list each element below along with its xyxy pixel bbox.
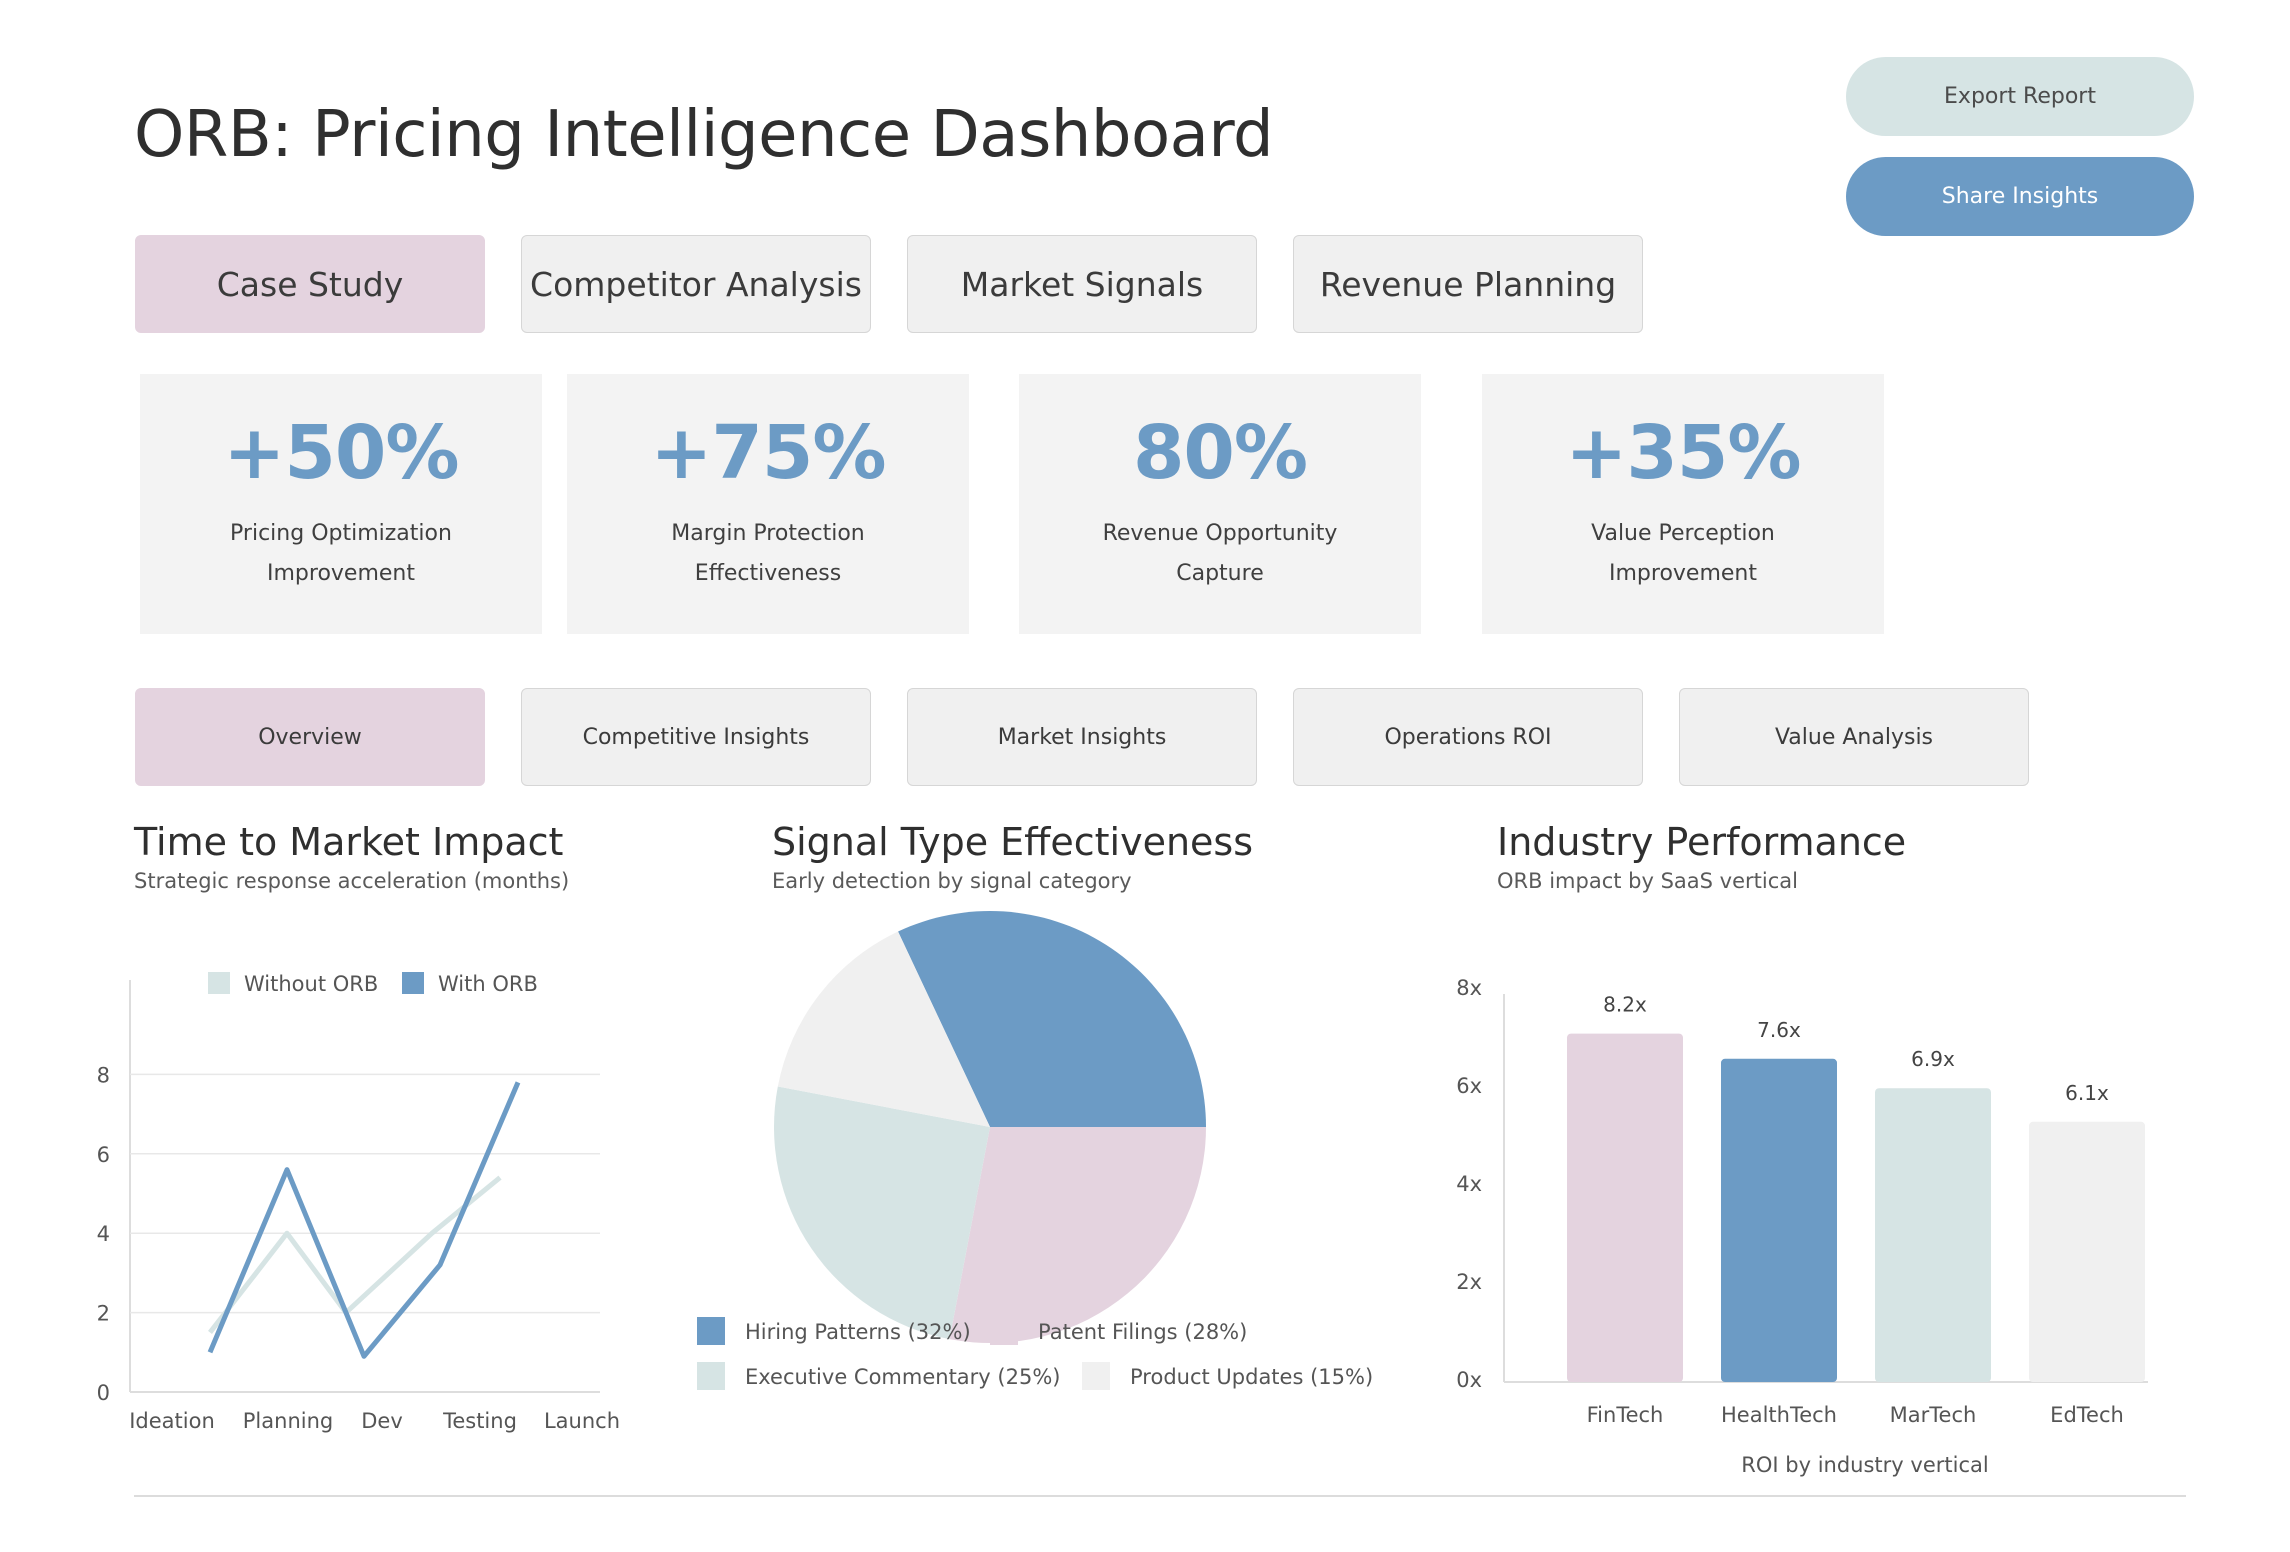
line-chart-title: Time to Market Impact — [134, 820, 564, 864]
legend-label: Product Updates (15%) — [1130, 1365, 1373, 1389]
y-tick-label: 6x — [1456, 1074, 1482, 1098]
legend-label: Without ORB — [244, 972, 378, 996]
share-insights-button[interactable]: Share Insights — [1846, 157, 2194, 236]
series-line-with-orb — [207, 1081, 521, 1359]
legend-swatch — [990, 1317, 1018, 1345]
footer-divider — [134, 1495, 2186, 1497]
legend-swatch — [697, 1362, 725, 1390]
legend-swatch — [1082, 1362, 1110, 1390]
metric-value: +75% — [650, 410, 886, 496]
bar-edtech — [2029, 1121, 2145, 1382]
metric-card-value-perception: +35% Value Perception Improvement — [1482, 374, 1884, 634]
y-tick-label: 8x — [1456, 976, 1482, 1000]
x-tick-label: Dev — [361, 1409, 403, 1433]
subtab-value-analysis[interactable]: Value Analysis — [1679, 688, 2029, 786]
legend-swatch — [402, 972, 424, 994]
bar-value-label: 8.2x — [1603, 993, 1647, 1017]
signal-type-pie-chart: Hiring Patterns (32%) Patent Filings (28%… — [697, 911, 1373, 1390]
y-tick-label: 4x — [1456, 1172, 1482, 1196]
metric-label: Margin Protection Effectiveness — [671, 521, 865, 586]
y-tick-label: 6 — [97, 1143, 110, 1167]
metric-label: Revenue Opportunity Capture — [1102, 521, 1338, 586]
metric-value: 80% — [1132, 410, 1308, 496]
legend-label: Patent Filings (28%) — [1038, 1320, 1247, 1344]
subtab-competitive-insights[interactable]: Competitive Insights — [521, 688, 871, 786]
metric-value: +35% — [1565, 410, 1801, 496]
metric-label: Pricing Optimization Improvement — [230, 521, 452, 586]
x-tick-label: HealthTech — [1721, 1403, 1837, 1427]
metric-card-pricing: +50% Pricing Optimization Improvement — [140, 374, 542, 634]
export-report-button[interactable]: Export Report — [1846, 57, 2194, 136]
bar-chart-title: Industry Performance — [1497, 820, 1907, 864]
pie-chart-title: Signal Type Effectiveness — [772, 820, 1254, 864]
bar-value-label: 7.6x — [1757, 1018, 1801, 1042]
x-tick-label: FinTech — [1587, 1403, 1664, 1427]
industry-performance-bar-chart: 0x 2x 4x 6x 8x 8.2x FinTech 7.6x HealthTech 6.9x M… — [1456, 976, 2148, 1477]
time-to-market-line-chart: 0 2 4 6 8 Ideation Planning Dev Testing Launch Wit… — [97, 972, 620, 1433]
y-tick-label: 4 — [97, 1222, 110, 1246]
x-tick-label: Ideation — [129, 1409, 215, 1433]
line-chart-subtitle: Strategic response acceleration (months) — [134, 869, 570, 893]
legend-label: Hiring Patterns (32%) — [745, 1320, 971, 1344]
y-tick-label: 0 — [97, 1381, 110, 1405]
x-tick-label: EdTech — [2050, 1403, 2124, 1427]
x-tick-label: Testing — [442, 1409, 517, 1433]
legend-label: Executive Commentary (25%) — [745, 1365, 1060, 1389]
pie-slice-2 — [949, 1127, 1206, 1343]
legend-swatch — [697, 1317, 725, 1345]
tab-market-signals[interactable]: Market Signals — [907, 235, 1257, 333]
bar-healthtech — [1721, 1058, 1837, 1382]
x-tick-label: Planning — [243, 1409, 333, 1433]
tab-case-study[interactable]: Case Study — [135, 235, 485, 333]
bar-fintech — [1567, 1033, 1683, 1382]
legend-label: With ORB — [438, 972, 538, 996]
x-axis-title: ROI by industry vertical — [1741, 1453, 1988, 1477]
subtab-market-insights[interactable]: Market Insights — [907, 688, 1257, 786]
x-tick-label: Launch — [544, 1409, 620, 1433]
y-tick-label: 2 — [97, 1302, 110, 1326]
bar-chart-subtitle: ORB impact by SaaS vertical — [1497, 869, 1798, 893]
legend-swatch — [208, 972, 230, 994]
y-tick-label: 2x — [1456, 1270, 1482, 1294]
metric-value: +50% — [223, 410, 459, 496]
tab-competitor-analysis[interactable]: Competitor Analysis — [521, 235, 871, 333]
metric-card-margin: +75% Margin Protection Effectiveness — [567, 374, 969, 634]
page-title: ORB: Pricing Intelligence Dashboard — [134, 98, 1274, 172]
metric-card-revenue: 80% Revenue Opportunity Capture — [1019, 374, 1421, 634]
subtab-operations-roi[interactable]: Operations ROI — [1293, 688, 1643, 786]
subtab-overview[interactable]: Overview — [135, 688, 485, 786]
tab-revenue-planning[interactable]: Revenue Planning — [1293, 235, 1643, 333]
y-tick-label: 8 — [97, 1063, 110, 1087]
bar-value-label: 6.1x — [2065, 1081, 2109, 1105]
bar-martech — [1875, 1088, 1991, 1382]
y-tick-label: 0x — [1456, 1368, 1482, 1392]
x-tick-label: MarTech — [1890, 1403, 1977, 1427]
bar-value-label: 6.9x — [1911, 1047, 1955, 1071]
metric-label: Value Perception Improvement — [1591, 521, 1775, 586]
